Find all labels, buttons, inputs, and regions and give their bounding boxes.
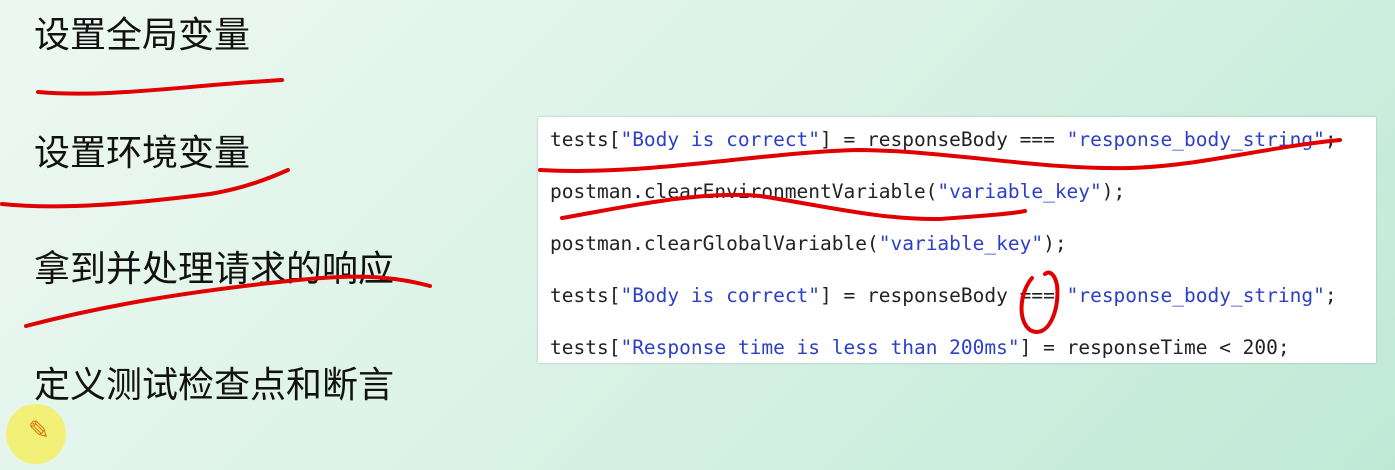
code-token: ; [1324, 284, 1337, 307]
code-token: postman.clearGlobalVariable( [550, 232, 879, 255]
code-token: ] = responseBody === [820, 128, 1067, 151]
code-string: "Response time is less than 200ms" [620, 336, 1020, 359]
code-string: "variable_key" [937, 180, 1102, 203]
code-string: "response_body_string" [1066, 128, 1325, 151]
underline-stroke-global [36, 78, 284, 96]
code-token: ); [1043, 232, 1067, 255]
code-snippet-panel: tests["Body is correct"] = responseBody … [538, 117, 1376, 363]
code-line-response-time: tests["Response time is less than 200ms"… [550, 336, 1290, 359]
code-token: ] = responseBody === [820, 284, 1067, 307]
code-string: "response_body_string" [1066, 284, 1325, 307]
feature-label-set-global-variable: 设置全局变量 [34, 15, 251, 56]
code-token: tests[ [550, 128, 621, 151]
code-string: "variable_key" [878, 232, 1044, 255]
code-line-clear-env: postman.clearEnvironmentVariable("variab… [550, 180, 1125, 203]
code-line-body-check: tests["Body is correct"] = responseBody … [550, 128, 1337, 151]
code-token: ] = responseTime < 200; [1019, 336, 1290, 359]
code-line-clear-global: postman.clearGlobalVariable("variable_ke… [550, 232, 1067, 255]
code-token: tests[ [550, 284, 621, 307]
code-string: "Body is correct" [620, 128, 821, 151]
code-token: postman.clearEnvironmentVariable( [550, 180, 938, 203]
feature-label-set-environment-variable: 设置环境变量 [34, 133, 251, 174]
code-line-body-check-2: tests["Body is correct"] = responseBody … [550, 284, 1337, 307]
code-token: ; [1324, 128, 1337, 151]
feature-label-handle-response: 拿到并处理请求的响应 [34, 249, 395, 290]
code-token: tests[ [550, 336, 621, 359]
pen-cursor-icon: ✎ [28, 416, 50, 446]
code-token: ); [1101, 180, 1126, 203]
feature-label-define-tests: 定义测试检查点和断言 [34, 365, 395, 406]
code-string: "Body is correct" [620, 284, 821, 307]
